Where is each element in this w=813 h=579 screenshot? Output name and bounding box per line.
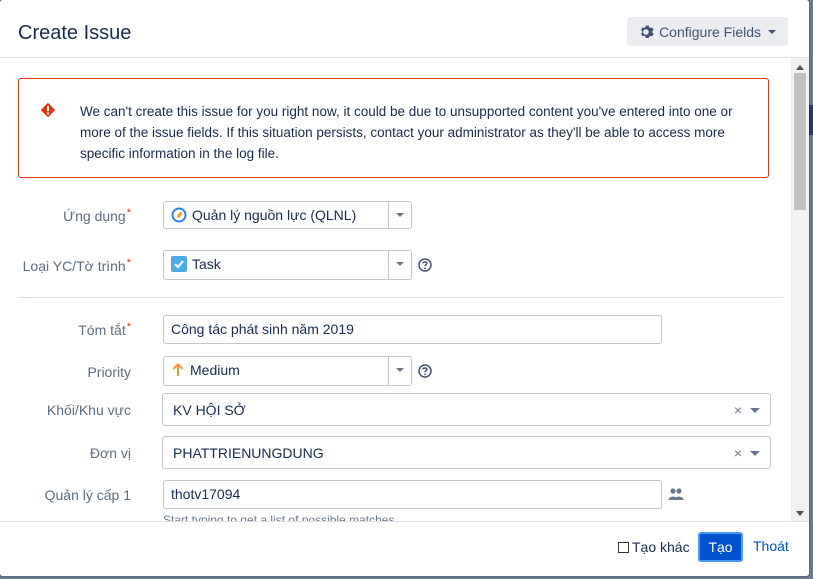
help-icon[interactable] — [418, 258, 432, 272]
user-picker-icon[interactable] — [668, 487, 684, 501]
project-select[interactable]: Quản lý nguồn lực (QLNL) — [163, 201, 412, 229]
arrow-up-icon — [172, 363, 184, 376]
unit-select[interactable]: PHATTRIENUNGDUNG × — [162, 436, 771, 469]
field-row-priority: Priority Medium — [0, 354, 791, 386]
dialog-body: We can't create this issue for you right… — [0, 58, 791, 522]
create-another-label: Tạo khác — [632, 539, 690, 555]
field-row-manager: Quản lý cấp 1 thotv17094 Start typing to… — [0, 480, 791, 522]
issue-type-value: Task — [192, 256, 221, 272]
project-avatar-icon — [171, 207, 187, 223]
manager-input[interactable]: thotv17094 — [163, 480, 662, 509]
dialog-footer: Tạo khác Tạo Thoát — [0, 521, 809, 576]
create-another-option[interactable]: Tạo khác — [618, 539, 690, 555]
error-message-box: We can't create this issue for you right… — [18, 78, 769, 178]
create-submit-button[interactable]: Tạo — [698, 532, 743, 562]
issue-type-select[interactable]: Task — [163, 250, 412, 280]
task-icon — [171, 256, 187, 272]
create-another-checkbox[interactable] — [618, 541, 629, 553]
chevron-down-icon — [768, 29, 776, 34]
field-row-region: Khối/Khu vực KV HỘI SỞ × — [0, 393, 791, 427]
manager-label: Quản lý cấp 1 — [44, 487, 131, 503]
help-icon[interactable] — [418, 364, 432, 378]
scroll-down-arrow-icon[interactable] — [796, 511, 804, 516]
configure-fields-button[interactable]: Configure Fields — [627, 17, 788, 46]
unit-label: Đơn vị — [89, 445, 131, 461]
error-icon — [40, 102, 56, 118]
priority-select[interactable]: Medium — [163, 356, 412, 386]
section-divider — [18, 297, 783, 298]
field-row-summary: Tóm tắt* Công tác phát sinh năm 2019 — [0, 315, 791, 345]
summary-label: Tóm tắt* — [78, 321, 131, 338]
field-row-project: Ứng dụng* Quản lý nguồn lực (QLNL) — [0, 200, 791, 232]
region-label: Khối/Khu vực — [46, 402, 131, 418]
dialog-scrollbar[interactable] — [791, 58, 809, 522]
issue-type-label: Loại YC/Tờ trình* — [22, 257, 131, 274]
priority-label: Priority — [87, 364, 131, 380]
configure-fields-label: Configure Fields — [659, 23, 761, 40]
priority-dropdown-trigger[interactable] — [388, 357, 411, 385]
scrollbar-thumb[interactable] — [794, 73, 806, 210]
project-dropdown-trigger[interactable] — [388, 202, 411, 228]
project-label: Ứng dụng* — [63, 207, 131, 224]
field-row-issue-type: Loại YC/Tờ trình* Task — [0, 248, 791, 280]
error-text: We can't create this issue for you right… — [80, 104, 733, 161]
create-issue-dialog: Create Issue Configure Fields We can't c… — [0, 0, 809, 576]
issue-type-dropdown-trigger[interactable] — [388, 251, 411, 279]
scroll-up-arrow-icon[interactable] — [796, 65, 804, 70]
field-row-unit: Đơn vị PHATTRIENUNGDUNG × — [0, 436, 791, 470]
chevron-down-icon[interactable] — [750, 451, 760, 456]
gear-icon — [641, 25, 654, 38]
priority-value: Medium — [190, 362, 240, 378]
clear-icon[interactable]: × — [734, 402, 742, 418]
unit-value: PHATTRIENUNGDUNG — [173, 445, 324, 461]
region-select[interactable]: KV HỘI SỞ × — [162, 393, 771, 426]
project-value: Quản lý nguồn lực (QLNL) — [192, 207, 357, 223]
region-value: KV HỘI SỞ — [173, 402, 246, 418]
clear-icon[interactable]: × — [734, 445, 742, 461]
cancel-link[interactable]: Thoát — [753, 538, 789, 554]
dialog-title: Create Issue — [18, 22, 132, 44]
chevron-down-icon[interactable] — [750, 408, 760, 413]
dialog-header: Create Issue Configure Fields — [0, 0, 809, 58]
summary-input[interactable]: Công tác phát sinh năm 2019 — [163, 315, 662, 344]
